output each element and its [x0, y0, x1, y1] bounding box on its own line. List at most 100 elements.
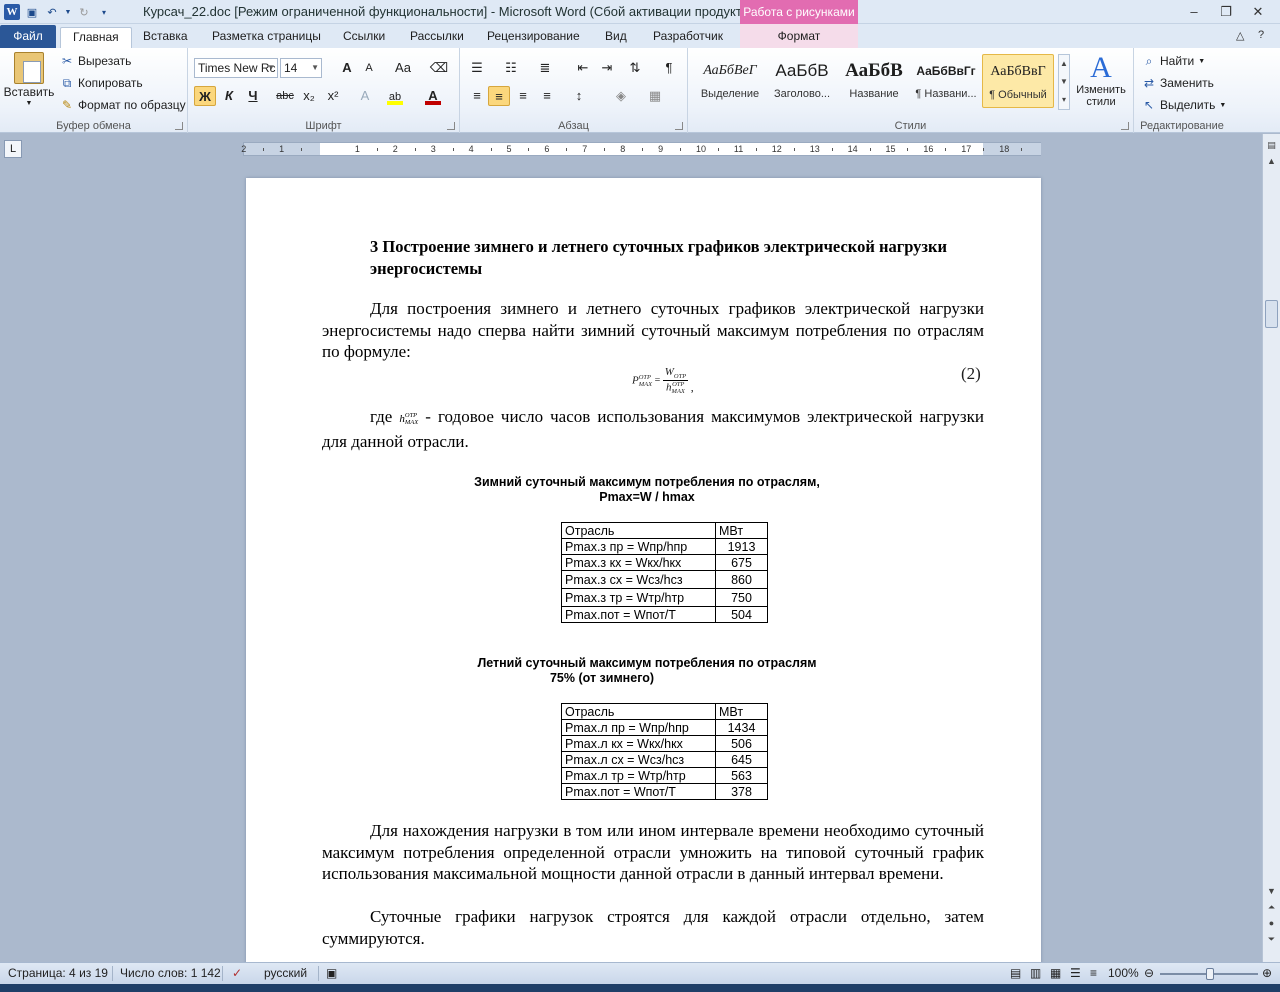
- strikethrough-button[interactable]: abc: [274, 86, 296, 106]
- web-layout-icon[interactable]: ▦: [1050, 966, 1061, 980]
- italic-button[interactable]: К: [218, 86, 240, 106]
- tab-references[interactable]: Ссылки: [343, 27, 385, 48]
- zoom-level[interactable]: 100%: [1108, 966, 1139, 980]
- undo-icon[interactable]: ↶: [44, 4, 60, 20]
- bold-button[interactable]: Ж: [194, 86, 216, 106]
- styles-launcher-icon[interactable]: [1121, 122, 1129, 130]
- scroll-down-icon[interactable]: ▼: [1265, 886, 1278, 900]
- customize-qat-icon[interactable]: ▾: [96, 4, 112, 20]
- shading-icon[interactable]: ◈: [610, 86, 632, 106]
- draft-icon[interactable]: ≡: [1090, 966, 1097, 980]
- paragraph-launcher-icon[interactable]: [675, 122, 683, 130]
- change-case-button[interactable]: Aa: [388, 58, 418, 78]
- align-right-icon[interactable]: ≡: [512, 86, 534, 106]
- ruler-number: 17: [961, 144, 972, 154]
- language[interactable]: русский: [264, 966, 307, 980]
- tab-home[interactable]: Главная: [60, 27, 132, 48]
- spell-check-icon[interactable]: ✓: [232, 966, 242, 980]
- paste-dropdown-icon[interactable]: ▼: [26, 100, 33, 107]
- align-left-icon[interactable]: ≡: [466, 86, 488, 106]
- tab-insert[interactable]: Вставка: [143, 27, 188, 48]
- redo-icon[interactable]: ↻: [76, 4, 92, 20]
- subscript-button[interactable]: x₂: [298, 86, 320, 106]
- align-center-icon[interactable]: ≡: [488, 86, 510, 106]
- close-icon[interactable]: ✕: [1248, 4, 1268, 20]
- scroll-thumb[interactable]: [1265, 300, 1278, 328]
- decrease-indent-icon[interactable]: ⇤: [572, 58, 594, 78]
- table-row: Pmax.л тр = Wтр/hтр 563: [561, 767, 768, 784]
- scroll-up-icon[interactable]: ▲: [1265, 156, 1278, 170]
- print-layout-icon[interactable]: ▤: [1010, 966, 1021, 980]
- word-count[interactable]: Число слов: 1 142: [120, 966, 221, 980]
- style-heading[interactable]: АаБбВ Заголово...: [766, 54, 838, 108]
- chevron-down-icon: ▼: [267, 63, 275, 72]
- next-page-icon[interactable]: ⏷: [1265, 934, 1278, 948]
- undo-dropdown-icon[interactable]: ▼: [64, 4, 72, 20]
- font-launcher-icon[interactable]: [447, 122, 455, 130]
- font-name-combo[interactable]: Times New Rc ▼: [194, 58, 278, 78]
- select-browse-object-icon[interactable]: ●: [1265, 918, 1278, 932]
- copy-button[interactable]: ⧉ Копировать: [60, 76, 143, 90]
- shrink-font-button[interactable]: A: [358, 58, 380, 78]
- increase-indent-icon[interactable]: ⇥: [596, 58, 618, 78]
- superscript-button[interactable]: x²: [322, 86, 344, 106]
- font-color-button[interactable]: A: [422, 86, 444, 106]
- tab-format[interactable]: Формат: [740, 24, 858, 48]
- bullets-icon[interactable]: ☰: [466, 58, 488, 78]
- ruler-number: 9: [658, 144, 664, 154]
- underline-button[interactable]: Ч: [242, 86, 264, 106]
- sort-icon[interactable]: ⇅: [624, 58, 646, 78]
- help-icon[interactable]: ?: [1258, 29, 1264, 41]
- justify-icon[interactable]: ≡: [536, 86, 558, 106]
- grow-font-button[interactable]: A: [336, 58, 358, 78]
- tab-developer[interactable]: Разработчик: [653, 27, 723, 48]
- restore-icon[interactable]: ❐: [1216, 4, 1236, 20]
- select-button[interactable]: ↖ Выделить ▼: [1142, 98, 1226, 112]
- zoom-slider-thumb[interactable]: [1206, 968, 1214, 980]
- tab-file[interactable]: Файл: [0, 25, 56, 48]
- style-emphasis[interactable]: АаБбВеГ Выделение: [694, 54, 766, 108]
- word-app-icon[interactable]: W: [4, 4, 20, 20]
- page[interactable]: 3 Построение зимнего и летнего суточных …: [246, 178, 1041, 962]
- ruler-row: L 2 1 1 2 3 4 5 6 7 8 9 10 11 12 13 14 15 16 17 18: [0, 134, 1280, 162]
- view-ruler-icon[interactable]: ▤: [1265, 140, 1278, 154]
- horizontal-ruler[interactable]: 2 1 1 2 3 4 5 6 7 8 9 10 11 12 13 14 15 16 17 18: [241, 142, 1041, 156]
- line-spacing-icon[interactable]: ↕: [568, 86, 590, 106]
- format-painter-button[interactable]: ✎ Формат по образцу: [60, 98, 186, 112]
- find-button[interactable]: ⌕ Найти ▼: [1142, 54, 1206, 68]
- document-area[interactable]: 3 Построение зимнего и летнего суточных …: [0, 162, 1262, 962]
- zoom-in-icon[interactable]: ⊕: [1262, 966, 1272, 980]
- highlight-button[interactable]: ab: [384, 86, 406, 106]
- borders-icon[interactable]: ▦: [644, 86, 666, 106]
- paste-button[interactable]: Вставить ▼: [4, 52, 54, 107]
- cut-button[interactable]: ✂ Вырезать: [60, 54, 131, 68]
- previous-page-icon[interactable]: ⏶: [1265, 902, 1278, 916]
- clear-formatting-icon[interactable]: ⌫: [428, 58, 450, 78]
- minimize-icon[interactable]: –: [1184, 4, 1204, 20]
- minimize-ribbon-icon[interactable]: △: [1236, 29, 1244, 42]
- text-effects-icon[interactable]: A: [354, 86, 376, 106]
- style-normal[interactable]: АаБбВвГ ¶ Обычный: [982, 54, 1054, 108]
- full-screen-reading-icon[interactable]: ▥: [1030, 966, 1041, 980]
- page-count[interactable]: Страница: 4 из 19: [8, 966, 108, 980]
- style-caption[interactable]: АаБбВвГг ¶ Названи...: [910, 54, 982, 108]
- zoom-out-icon[interactable]: ⊖: [1144, 966, 1154, 980]
- tab-view[interactable]: Вид: [605, 27, 627, 48]
- vertical-scrollbar[interactable]: ▤ ▲ ▼ ⏶ ● ⏷: [1262, 134, 1280, 962]
- tab-mailings[interactable]: Рассылки: [410, 27, 464, 48]
- font-size-combo[interactable]: 14 ▼: [280, 58, 322, 78]
- tab-review[interactable]: Рецензирование: [487, 27, 580, 48]
- show-marks-icon[interactable]: ¶: [658, 58, 680, 78]
- tab-page-layout[interactable]: Разметка страницы: [212, 27, 321, 48]
- change-styles-button[interactable]: A Изменить стили: [1072, 52, 1130, 109]
- multilevel-list-icon[interactable]: ≣: [534, 58, 556, 78]
- replace-button[interactable]: ⇄ Заменить: [1142, 76, 1214, 90]
- clipboard-launcher-icon[interactable]: [175, 122, 183, 130]
- styles-scroll[interactable]: ▲ ▼ ▾: [1058, 54, 1070, 110]
- macro-record-icon[interactable]: ▣: [326, 966, 337, 980]
- save-icon[interactable]: ▣: [24, 4, 40, 20]
- style-title[interactable]: АаБбВ Название: [838, 54, 910, 108]
- outline-icon[interactable]: ☰: [1070, 966, 1081, 980]
- tab-selector[interactable]: L: [4, 140, 22, 158]
- numbering-icon[interactable]: ☷: [500, 58, 522, 78]
